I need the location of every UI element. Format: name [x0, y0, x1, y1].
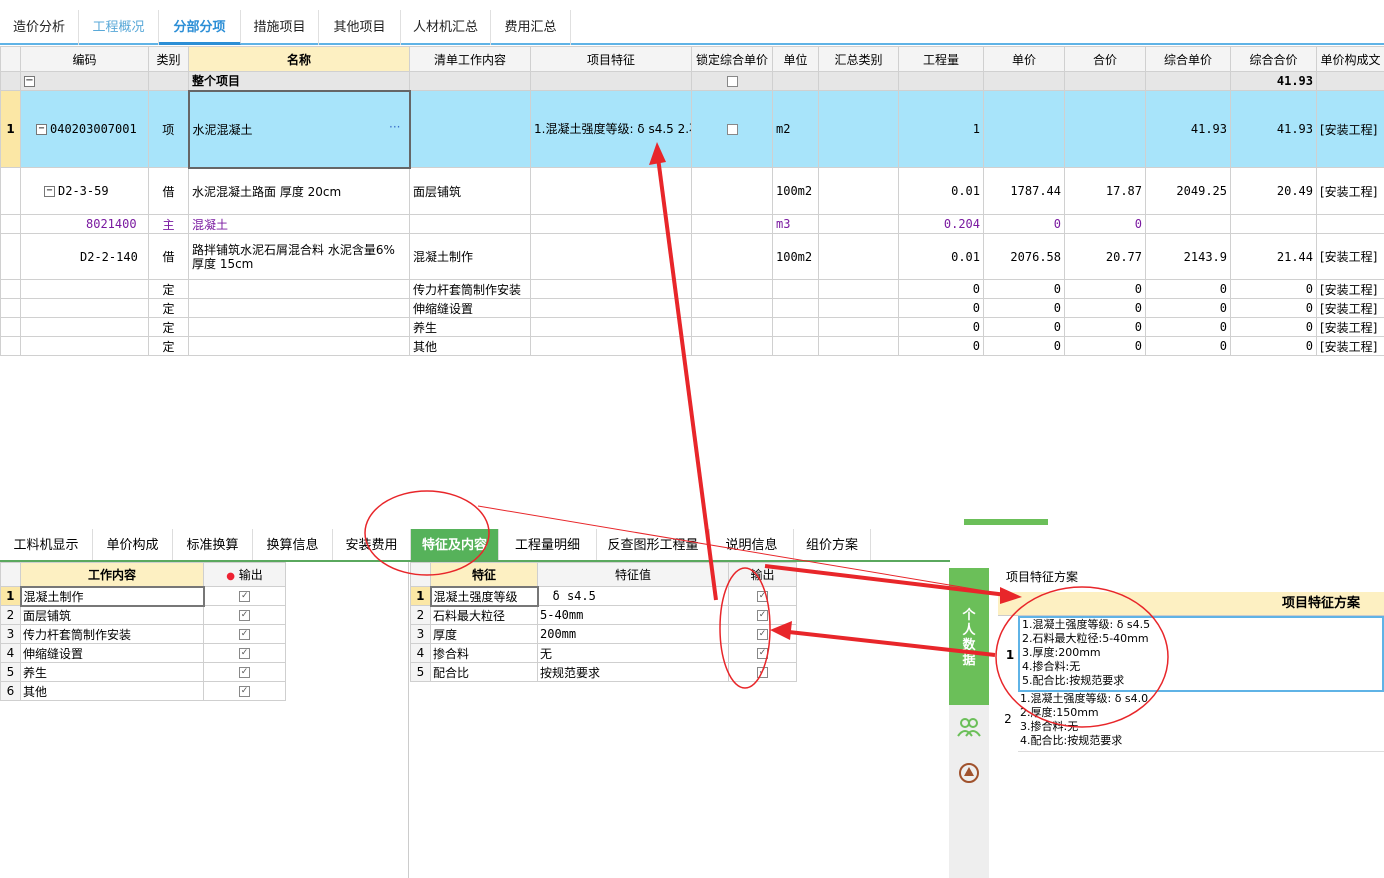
table-row[interactable]: 8021400 主 混凝土 m3 0.204 0 0: [0, 214, 1384, 234]
col-price[interactable]: 单价: [983, 46, 1065, 72]
col-composition[interactable]: 单价构成文: [1316, 46, 1384, 72]
col-qty[interactable]: 工程量: [898, 46, 984, 72]
list-item[interactable]: 2 石料最大粒径 5-40mm ✓: [410, 605, 797, 625]
feature-cell[interactable]: 1.混凝土强度等级: δ s4.5 2.石料最大粒径:5-40mm 3.厚度:2…: [530, 90, 692, 168]
lock-checkbox[interactable]: [726, 76, 738, 87]
list-item[interactable]: 4 伸缩缝设置 ✓: [0, 643, 286, 663]
col-output[interactable]: ● 输出: [203, 562, 286, 587]
users-icon[interactable]: [957, 716, 981, 738]
output-checkbox[interactable]: ✓: [757, 629, 768, 640]
output-checkbox[interactable]: ✓: [239, 667, 250, 678]
col-cunit[interactable]: 综合单价: [1145, 46, 1231, 72]
col-ctotal[interactable]: 综合合价: [1230, 46, 1317, 72]
scheme-title: 项目特征方案: [1006, 570, 1079, 584]
emblem-icon[interactable]: [957, 761, 981, 785]
tab-other-items[interactable]: 其他项目: [319, 10, 401, 45]
table-row[interactable]: − D2-3-59 借 水泥混凝土路面 厚度 20cm 面层铺筑 100m2 0.…: [0, 167, 1384, 215]
tab-labor-display[interactable]: 工料机显示: [0, 529, 93, 561]
output-checkbox[interactable]: ✓: [239, 686, 250, 697]
list-item[interactable]: 1 混凝土强度等级 δ s4.5 ✓: [410, 585, 797, 607]
collapse-icon[interactable]: −: [24, 76, 35, 87]
scheme-item[interactable]: 2 1.混凝土强度等级: δ s4.0 2.厚度:150mm 3.掺合料:无 4…: [1004, 692, 1384, 752]
list-item[interactable]: 5 配合比 按规范要求 ✓: [410, 662, 797, 682]
col-name[interactable]: 名称: [188, 46, 410, 72]
scheme-item[interactable]: 1 1.混凝土强度等级: δ s4.5 2.石料最大粒径:5-40mm 3.厚度…: [1006, 616, 1384, 692]
output-checkbox[interactable]: ✓: [757, 610, 768, 621]
tab-notes[interactable]: 说明信息: [710, 529, 794, 561]
output-checkbox[interactable]: ✓: [239, 591, 251, 602]
col-lock[interactable]: 锁定综合单价: [691, 46, 773, 72]
divider: [408, 562, 409, 878]
tab-cost-analysis[interactable]: 造价分析: [0, 10, 79, 45]
top-tab-bar: 造价分析 工程概况 分部分项 措施项目 其他项目 人材机汇总 费用汇总: [0, 0, 1384, 45]
scheme-header: 项目特征方案: [998, 592, 1384, 616]
tab-conversion-info[interactable]: 换算信息: [253, 529, 333, 561]
output-checkbox[interactable]: ✓: [757, 591, 768, 602]
tab-features-content[interactable]: 特征及内容: [411, 529, 499, 561]
list-item[interactable]: 3 厚度 200mm ✓: [410, 624, 797, 644]
col-work-content[interactable]: 工作内容: [20, 562, 204, 587]
tab-price-composition[interactable]: 单价构成: [93, 529, 173, 561]
output-checkbox[interactable]: ✓: [239, 648, 250, 659]
feature-grid: 特征 特征值 输出 1 混凝土强度等级 δ s4.5 ✓ 2 石料最大粒径 5-40mm ✓ 3…: [410, 562, 797, 682]
col-feature-name[interactable]: 特征: [430, 562, 538, 587]
list-item[interactable]: 5 养生 ✓: [0, 662, 286, 682]
list-item[interactable]: 2 面层铺筑 ✓: [0, 605, 286, 625]
total-value: 41.93: [1230, 71, 1317, 91]
tab-reverse-lookup[interactable]: 反查图形工程量: [597, 529, 710, 561]
tab-install-fee[interactable]: 安装费用: [333, 529, 411, 561]
list-item[interactable]: 4 掺合料无 ✓: [410, 643, 797, 663]
output-checkbox[interactable]: ✓: [239, 629, 250, 640]
table-row[interactable]: 定 传力杆套筒制作安装 0 0 0 0 0 [安装工程]: [0, 279, 1384, 299]
col-code[interactable]: 编码: [20, 46, 149, 72]
col-feature-output[interactable]: 输出: [728, 562, 797, 587]
col-feature-value[interactable]: 特征值: [537, 562, 729, 587]
list-item[interactable]: 1 混凝土制作 ✓: [0, 585, 286, 607]
collapse-icon[interactable]: −: [36, 124, 47, 135]
tab-measures[interactable]: 措施项目: [241, 10, 319, 45]
output-checkbox[interactable]: ✓: [239, 610, 250, 621]
name-cell[interactable]: 水泥混凝土 ···: [187, 89, 411, 169]
personal-data-tab[interactable]: 个人数据: [949, 568, 989, 705]
table-row[interactable]: D2-2-140 借 路拌铺筑水泥石屑混合料 水泥含量6% 厚度 15cm 混凝…: [0, 233, 1384, 280]
tab-labor-material[interactable]: 人材机汇总: [401, 10, 491, 45]
output-checkbox[interactable]: ✓: [757, 667, 768, 678]
table-row[interactable]: 定 其他 0 0 0 0 0 [安装工程]: [0, 336, 1384, 356]
col-category[interactable]: 汇总类别: [818, 46, 899, 72]
tab-fee-summary[interactable]: 费用汇总: [491, 10, 571, 45]
tab-divisions[interactable]: 分部分项: [159, 10, 241, 45]
more-icon[interactable]: ···: [389, 120, 400, 134]
table-row[interactable]: 1 −040203007001 项 水泥混凝土 ··· 1.混凝土强度等级: δ …: [0, 89, 1384, 169]
col-feature[interactable]: 项目特征: [530, 46, 692, 72]
scheme-panel: 项目特征方案 1 1.混凝土强度等级: δ s4.5 2.石料最大粒径:5-40…: [998, 592, 1384, 752]
col-amount[interactable]: 合价: [1064, 46, 1146, 72]
header-row: 编码 类别 名称 清单工作内容 项目特征 锁定综合单价 单位 汇总类别 工程量 …: [0, 46, 1384, 72]
collapse-icon[interactable]: −: [44, 186, 55, 197]
work-content-grid: 工作内容 ● 输出 1 混凝土制作 ✓ 2 面层铺筑 ✓ 3 传力杆套筒制作安装 ✓ 4 伸缩缝…: [0, 562, 286, 701]
dot-icon: ●: [226, 571, 235, 582]
total-label: 整个项目: [188, 71, 410, 91]
tab-standard-conversion[interactable]: 标准换算: [173, 529, 253, 561]
list-item[interactable]: 3 传力杆套筒制作安装 ✓: [0, 624, 286, 644]
col-content[interactable]: 清单工作内容: [409, 46, 531, 72]
side-panel: 个人数据: [949, 568, 989, 878]
col-unit[interactable]: 单位: [772, 46, 819, 72]
col-type[interactable]: 类别: [148, 46, 189, 72]
tab-project-overview[interactable]: 工程概况: [79, 10, 159, 45]
tab-quantity-detail[interactable]: 工程量明细: [499, 529, 597, 561]
splitter-handle[interactable]: [964, 519, 1048, 525]
table-row[interactable]: 定 养生 0 0 0 0 0 [安装工程]: [0, 317, 1384, 337]
bottom-tab-bar: 工料机显示 单价构成 标准换算 换算信息 安装费用 特征及内容 工程量明细 反查…: [0, 529, 871, 561]
list-item[interactable]: 6 其他 ✓: [0, 681, 286, 701]
tab-pricing-scheme[interactable]: 组价方案: [794, 529, 871, 561]
lock-checkbox[interactable]: [726, 124, 738, 135]
main-grid: 编码 类别 名称 清单工作内容 项目特征 锁定综合单价 单位 汇总类别 工程量 …: [0, 46, 1384, 356]
output-checkbox[interactable]: ✓: [757, 648, 768, 659]
table-row[interactable]: 定 伸缩缝设置 0 0 0 0 0 [安装工程]: [0, 298, 1384, 318]
total-row[interactable]: − 整个项目 41.93: [0, 71, 1384, 91]
